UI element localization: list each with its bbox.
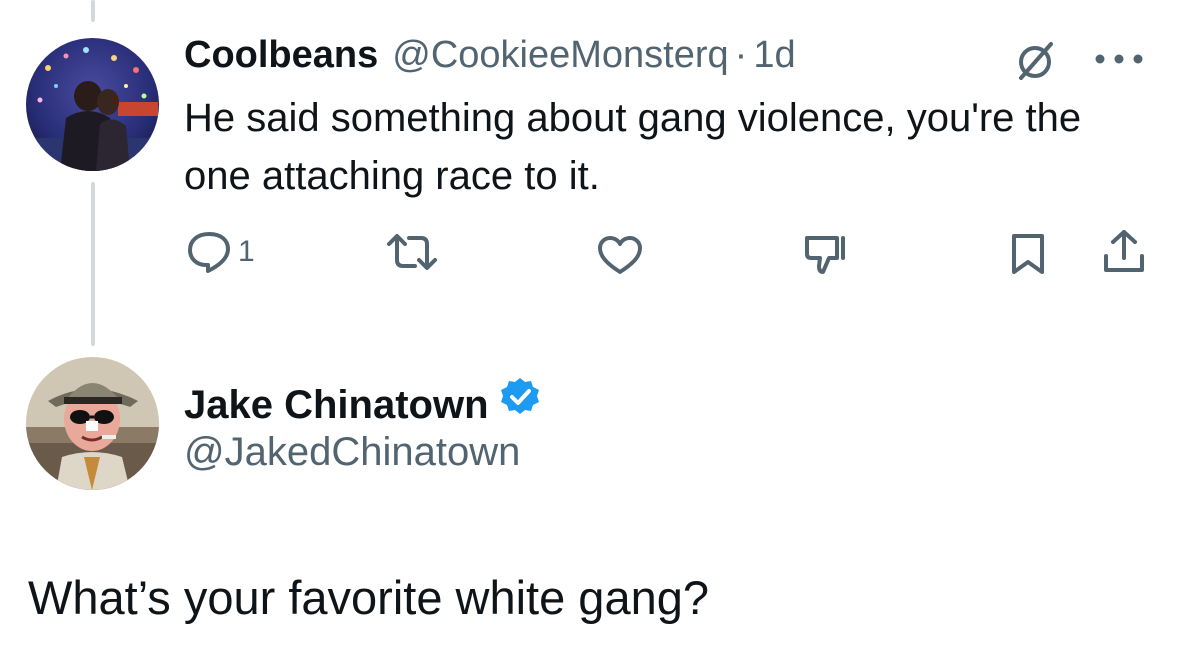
main-tweet-text: What’s your favorite white gang?	[28, 571, 709, 624]
heart-icon	[598, 236, 642, 274]
separator-dot: ·	[734, 34, 748, 76]
downvote-icon	[805, 236, 845, 274]
avatar-jake-chinatown[interactable]	[26, 357, 159, 490]
reply-count: 1	[238, 235, 255, 268]
thread-tweet-header: Coolbeans @CookieeMonsterq · 1d	[184, 34, 796, 77]
downvote-button[interactable]	[803, 232, 851, 278]
thread-line-top	[91, 0, 95, 22]
grok-icon[interactable]	[1013, 38, 1057, 87]
display-name-coolbeans[interactable]: Coolbeans	[184, 34, 378, 77]
reply-button[interactable]: 1	[186, 230, 255, 274]
more-options-icon[interactable]	[1093, 52, 1145, 71]
verified-badge-icon[interactable]	[499, 376, 541, 423]
main-tweet-handle-row: @JakedChinatown	[184, 430, 520, 475]
like-button[interactable]	[596, 234, 644, 276]
share-button[interactable]	[1101, 228, 1147, 276]
thread-line-bottom	[91, 182, 95, 346]
bookmark-icon	[1012, 234, 1044, 274]
retweet-icon	[387, 234, 437, 270]
avatar-coolbeans[interactable]	[26, 38, 159, 171]
reply-icon	[188, 232, 230, 273]
share-icon	[1104, 230, 1144, 272]
main-tweet-header: Jake Chinatown	[184, 376, 541, 428]
retweet-button[interactable]	[385, 232, 439, 272]
display-name-jake-chinatown[interactable]: Jake Chinatown	[184, 383, 489, 428]
tweet-timestamp[interactable]: 1d	[753, 34, 795, 77]
handle-coolbeans[interactable]: @CookieeMonsterq	[392, 34, 728, 77]
thread-tweet-text: He said something about gang violence, y…	[184, 96, 1082, 198]
handle-jake-chinatown[interactable]: @JakedChinatown	[184, 430, 520, 475]
bookmark-button[interactable]	[1009, 232, 1047, 276]
